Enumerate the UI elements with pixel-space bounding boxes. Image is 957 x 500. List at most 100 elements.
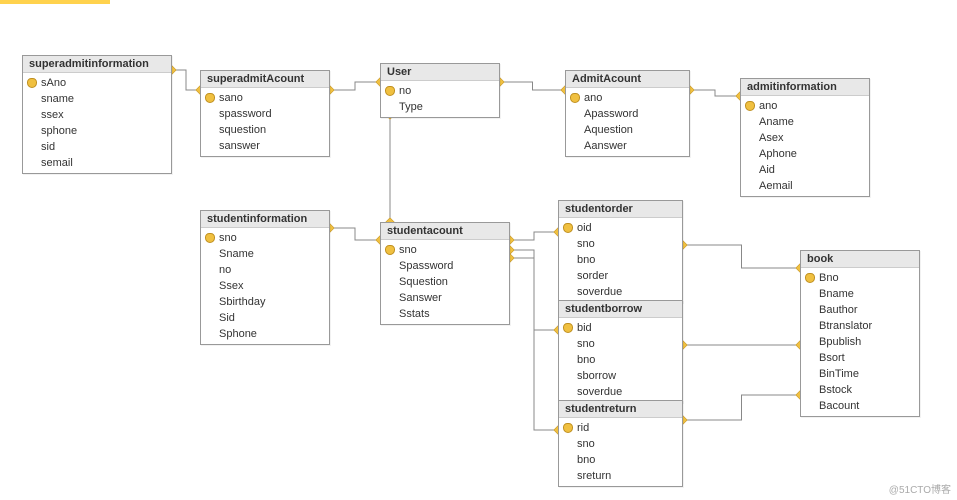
field[interactable]: Bsort (801, 350, 919, 366)
field[interactable]: Bauthor (801, 302, 919, 318)
entity-superadmitAcount[interactable]: superadmitAcountsanospasswordsquestionsa… (200, 70, 330, 157)
field[interactable]: Spassword (381, 258, 509, 274)
watermark: @51CTO博客 (889, 481, 951, 496)
field[interactable]: Ssex (201, 278, 329, 294)
connector-line (330, 82, 380, 90)
connector-line (510, 232, 558, 240)
field[interactable]: no (201, 262, 329, 278)
field[interactable]: Bpublish (801, 334, 919, 350)
field[interactable]: Bstock (801, 382, 919, 398)
entity-superadmitinformation[interactable]: superadmitinformationsAnosnamessexsphone… (22, 55, 172, 174)
entity-studentinformation[interactable]: studentinformationsnoSnamenoSsexSbirthda… (200, 210, 330, 345)
entity-body: sanospasswordsquestionsanswer (201, 88, 329, 156)
entity-header[interactable]: superadmitinformation (23, 56, 171, 73)
field[interactable]: Sid (201, 310, 329, 326)
field[interactable]: soverdue (559, 284, 682, 300)
connector-line (683, 395, 800, 420)
entity-body: anoAnameAsexAphoneAidAemail (741, 96, 869, 196)
field[interactable]: sborrow (559, 368, 682, 384)
field[interactable]: sorder (559, 268, 682, 284)
field[interactable]: semail (23, 155, 171, 171)
entity-header[interactable]: superadmitAcount (201, 71, 329, 88)
pk-field[interactable]: sAno (23, 75, 171, 91)
entity-header[interactable]: admitinformation (741, 79, 869, 96)
field[interactable]: bno (559, 252, 682, 268)
field[interactable]: bno (559, 352, 682, 368)
pk-field[interactable]: Bno (801, 270, 919, 286)
entity-header[interactable]: book (801, 251, 919, 268)
field[interactable]: Aemail (741, 178, 869, 194)
field[interactable]: Type (381, 99, 499, 115)
field[interactable]: soverdue (559, 384, 682, 400)
entity-header[interactable]: AdmitAcount (566, 71, 689, 88)
field[interactable]: Aid (741, 162, 869, 178)
entity-body: ridsnobnosreturn (559, 418, 682, 486)
entity-studentreturn[interactable]: studentreturnridsnobnosreturn (558, 400, 683, 487)
field[interactable]: Bacount (801, 398, 919, 414)
field[interactable]: squestion (201, 122, 329, 138)
field[interactable]: bno (559, 452, 682, 468)
pk-field[interactable]: ano (566, 90, 689, 106)
entity-body: bidsnobnosborrowsoverdue (559, 318, 682, 402)
field[interactable]: Sstats (381, 306, 509, 322)
field[interactable]: sno (559, 436, 682, 452)
entity-header[interactable]: studentorder (559, 201, 682, 218)
pk-field[interactable]: sano (201, 90, 329, 106)
entity-body: sAnosnamessexsphonesidsemail (23, 73, 171, 173)
field[interactable]: Bname (801, 286, 919, 302)
pk-field[interactable]: rid (559, 420, 682, 436)
entity-header[interactable]: studentinformation (201, 211, 329, 228)
entity-body: snoSnamenoSsexSbirthdaySidSphone (201, 228, 329, 344)
entity-header[interactable]: studentreturn (559, 401, 682, 418)
field[interactable]: Aanswer (566, 138, 689, 154)
field[interactable]: Aquestion (566, 122, 689, 138)
connector-line (500, 82, 565, 90)
field[interactable]: Aphone (741, 146, 869, 162)
field[interactable]: BinTime (801, 366, 919, 382)
field[interactable]: sphone (23, 123, 171, 139)
field[interactable]: ssex (23, 107, 171, 123)
entity-body: noType (381, 81, 499, 117)
field[interactable]: sid (23, 139, 171, 155)
entity-header[interactable]: studentacount (381, 223, 509, 240)
pk-field[interactable]: oid (559, 220, 682, 236)
entity-AdmitAcount[interactable]: AdmitAcountanoApasswordAquestionAanswer (565, 70, 690, 157)
connector-line (690, 90, 740, 96)
entity-book[interactable]: bookBnoBnameBauthorBtranslatorBpublishBs… (800, 250, 920, 417)
entity-header[interactable]: studentborrow (559, 301, 682, 318)
field[interactable]: Asex (741, 130, 869, 146)
entity-header[interactable]: User (381, 64, 499, 81)
field[interactable]: Apassword (566, 106, 689, 122)
field[interactable]: spassword (201, 106, 329, 122)
connector-line (510, 258, 558, 430)
connector-line (172, 70, 200, 90)
pk-field[interactable]: sno (381, 242, 509, 258)
pk-field[interactable]: ano (741, 98, 869, 114)
field[interactable]: Btranslator (801, 318, 919, 334)
entity-body: anoApasswordAquestionAanswer (566, 88, 689, 156)
connector-line (683, 245, 800, 268)
pk-field[interactable]: sno (201, 230, 329, 246)
field[interactable]: sreturn (559, 468, 682, 484)
field[interactable]: Sphone (201, 326, 329, 342)
field[interactable]: sanswer (201, 138, 329, 154)
erd-canvas: superadmitinformationsAnosnamessexsphone… (0, 0, 957, 500)
pk-field[interactable]: no (381, 83, 499, 99)
entity-body: snoSpasswordSquestionSanswerSstats (381, 240, 509, 324)
entity-studentborrow[interactable]: studentborrowbidsnobnosborrowsoverdue (558, 300, 683, 403)
field[interactable]: Sanswer (381, 290, 509, 306)
entity-studentacount[interactable]: studentacountsnoSpasswordSquestionSanswe… (380, 222, 510, 325)
entity-admitinformation[interactable]: admitinformationanoAnameAsexAphoneAidAem… (740, 78, 870, 197)
field[interactable]: Sname (201, 246, 329, 262)
field[interactable]: sno (559, 236, 682, 252)
field[interactable]: Aname (741, 114, 869, 130)
connector-line (330, 228, 380, 240)
field[interactable]: sname (23, 91, 171, 107)
field[interactable]: sno (559, 336, 682, 352)
field[interactable]: Squestion (381, 274, 509, 290)
field[interactable]: Sbirthday (201, 294, 329, 310)
entity-studentorder[interactable]: studentorder oidsnobnosordersoverdue (558, 200, 683, 303)
connector-line (510, 250, 558, 330)
entity-User[interactable]: UsernoType (380, 63, 500, 118)
pk-field[interactable]: bid (559, 320, 682, 336)
